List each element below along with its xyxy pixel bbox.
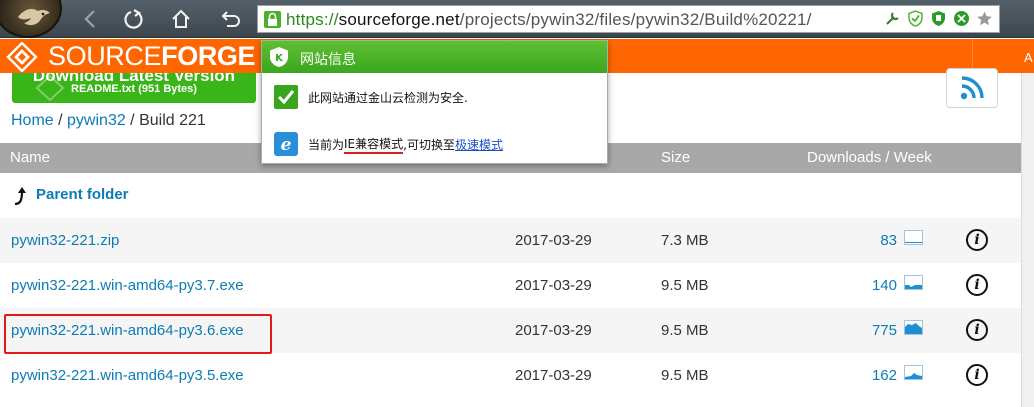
- file-size: 7.3 MB: [661, 232, 709, 249]
- kingsoft-shield-icon: K: [270, 47, 288, 67]
- url-text[interactable]: https://sourceforge.net/projects/pywin32…: [286, 10, 812, 30]
- file-downloads[interactable]: 162: [872, 367, 897, 384]
- svg-text:K: K: [275, 53, 284, 64]
- file-date: 2017-03-29: [515, 367, 592, 384]
- table-row: pywin32-221.win-amd64-py3.5.exe 2017-03-…: [0, 353, 1021, 398]
- info-icon[interactable]: i: [966, 274, 988, 296]
- popup-safe-line: 此网站通过金山云检测为安全.: [274, 85, 468, 109]
- url-path: /projects/pywin32/files/pywin32/Build%20…: [459, 10, 812, 29]
- browser-logo[interactable]: [0, 0, 64, 38]
- file-downloads[interactable]: 775: [872, 322, 897, 339]
- downloads-sparkline: [904, 365, 923, 380]
- selection-highlight: [4, 314, 272, 354]
- breadcrumb-project[interactable]: pywin32: [67, 112, 126, 129]
- brand-name: SOURCEFORGE: [48, 41, 256, 72]
- popup-title: 网站信息: [300, 52, 356, 68]
- table-row: pywin32-221.zip 2017-03-29 7.3 MB 83 i: [0, 218, 1021, 263]
- file-size: 9.5 MB: [661, 322, 709, 339]
- home-icon: [172, 9, 190, 28]
- mode-current: IE兼容模式: [344, 135, 404, 154]
- ie-icon: e: [274, 132, 298, 156]
- file-downloads[interactable]: 140: [872, 277, 897, 294]
- security-shield-icon[interactable]: [930, 10, 947, 27]
- browser-toolbar: https://sourceforge.net/projects/pywin32…: [0, 0, 1034, 38]
- file-date: 2017-03-29: [515, 322, 592, 339]
- brand-light: SOURCE: [48, 41, 162, 71]
- breadcrumb-home[interactable]: Home: [11, 112, 54, 129]
- back-button[interactable]: [78, 7, 104, 31]
- wrench-icon[interactable]: [884, 10, 901, 27]
- sourceforge-logo[interactable]: SOURCEFORGE: [6, 41, 256, 72]
- rss-button[interactable]: [946, 68, 998, 108]
- downloads-sparkline: [904, 320, 923, 335]
- page-scrollbar[interactable]: [1021, 73, 1034, 407]
- header-right-link[interactable]: A: [1024, 50, 1033, 65]
- rss-icon: [960, 76, 984, 100]
- file-date: 2017-03-29: [515, 277, 592, 294]
- breadcrumb-separator: /: [53, 112, 68, 129]
- favorite-star-icon[interactable]: [976, 10, 993, 27]
- lock-icon[interactable]: [264, 11, 281, 28]
- info-icon[interactable]: i: [966, 319, 988, 341]
- switch-mode-link[interactable]: 极速模式: [455, 136, 503, 153]
- site-info-popup: K 网站信息 此网站通过金山云检测为安全. e 当前为 IE兼容模式 ,可切换至 极速…: [261, 40, 608, 164]
- refresh-icon: [124, 9, 143, 29]
- table-row: pywin32-221.win-amd64-py3.7.exe 2017-03-…: [0, 263, 1021, 308]
- brand-bold: FORGE: [161, 41, 256, 71]
- eagle-icon: [18, 9, 50, 26]
- home-button[interactable]: [168, 7, 194, 31]
- url-host: sourceforge.net: [338, 10, 460, 29]
- file-link[interactable]: pywin32-221.win-amd64-py3.7.exe: [11, 277, 244, 294]
- downloads-sparkline: [904, 275, 923, 290]
- refresh-button[interactable]: [121, 7, 147, 31]
- breadcrumb-current: Build 221: [139, 112, 206, 129]
- mode-mid: ,可切换至: [403, 137, 455, 152]
- check-icon: [274, 85, 298, 109]
- info-icon[interactable]: i: [966, 364, 988, 386]
- parent-folder-arrow-icon: [14, 187, 26, 205]
- popup-header: K 网站信息: [262, 41, 607, 73]
- breadcrumb: Home / pywin32 / Build 221: [11, 112, 206, 130]
- breadcrumb-separator: /: [125, 112, 140, 129]
- mode-prefix: 当前为: [308, 137, 345, 152]
- undo-icon: [221, 11, 240, 27]
- url-scheme: https://: [286, 10, 339, 29]
- download-latest-button[interactable]: Download Latest Version README.txt (951 …: [12, 73, 256, 103]
- column-size[interactable]: Size: [661, 149, 690, 166]
- download-subtitle: README.txt (951 Bytes): [71, 83, 197, 95]
- downloads-sparkline: [904, 230, 923, 245]
- file-link[interactable]: pywin32-221.win-amd64-py3.5.exe: [11, 367, 244, 384]
- file-date: 2017-03-29: [515, 232, 592, 249]
- parent-folder-row[interactable]: Parent folder: [0, 173, 1021, 218]
- parent-folder-link[interactable]: Parent folder: [36, 186, 129, 203]
- address-bar[interactable]: https://sourceforge.net/projects/pywin32…: [257, 5, 1000, 33]
- svg-text:e: e: [281, 135, 292, 155]
- column-name[interactable]: Name: [10, 149, 50, 166]
- sourceforge-diamond-icon: [6, 41, 38, 72]
- file-link[interactable]: pywin32-221.zip: [11, 232, 119, 249]
- translate-icon[interactable]: [953, 10, 970, 27]
- file-downloads[interactable]: 83: [880, 232, 897, 249]
- undo-button[interactable]: [216, 7, 242, 31]
- column-downloads[interactable]: Downloads / Week: [807, 149, 932, 166]
- info-icon[interactable]: i: [966, 229, 988, 251]
- safe-message: 此网站通过金山云检测为安全.: [308, 90, 468, 105]
- back-arrow-icon: [84, 10, 95, 28]
- file-size: 9.5 MB: [661, 367, 709, 384]
- popup-mode-line: e 当前为 IE兼容模式 ,可切换至 极速模式: [274, 132, 503, 156]
- shield-check-icon[interactable]: [907, 10, 924, 27]
- file-size: 9.5 MB: [661, 277, 709, 294]
